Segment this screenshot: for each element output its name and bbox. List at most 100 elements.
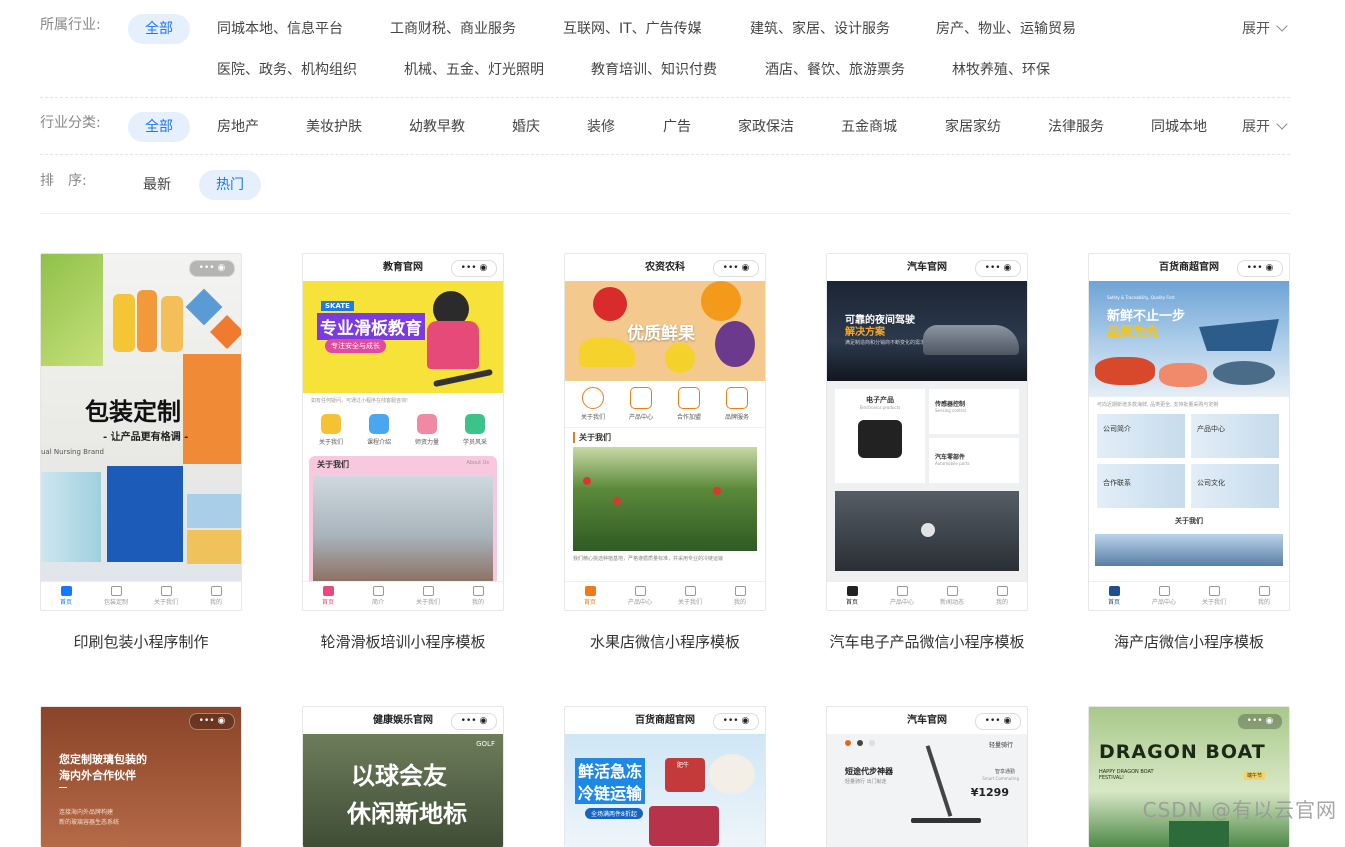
sort-option-latest[interactable]: 最新 (143, 170, 171, 200)
tab-about[interactable]: 关于我们 (141, 586, 191, 606)
template-preview[interactable]: DRAGON BOAT HAPPY DRAGON BOAT FESTIVAL! … (1088, 706, 1290, 847)
miniapp-capsule[interactable]: ••• ◉ (451, 260, 497, 277)
template-preview[interactable]: 百货商超官网 ••• ◉ 鲜活急冻 冷链运输 肥牛 全场满两件8折起 (564, 706, 766, 847)
menu-about[interactable]: 关于我们 (573, 387, 613, 421)
industry-option[interactable]: 机械、五金、灯光照明 (404, 55, 544, 85)
miniapp-capsule[interactable]: ••• ◉ (189, 713, 235, 730)
industry-expand-button[interactable]: 展开 (1242, 14, 1288, 44)
miniapp-capsule[interactable]: ••• ◉ (713, 260, 759, 277)
category-option-all[interactable]: 全部 (128, 112, 190, 142)
industry-option[interactable]: 工商财税、商业服务 (390, 14, 516, 44)
tab-mine[interactable]: 我的 (977, 586, 1027, 606)
menu-brand[interactable]: 品牌服务 (717, 387, 757, 421)
tab-about[interactable]: 关于我们 (665, 586, 715, 606)
industry-option[interactable]: 林牧养殖、环保 (952, 55, 1050, 85)
template-preview[interactable]: 汽车官网 ••• ◉ 可靠的夜间驾驶 解决方案 满足制造商和分销商不断变化的需求… (826, 253, 1028, 611)
menu-about[interactable]: 关于我们 (311, 414, 351, 446)
template-title[interactable]: 轮滑滑板培训小程序模板 (302, 631, 504, 652)
menu-franchise[interactable]: 合作加盟 (669, 387, 709, 421)
tab-mine[interactable]: 我的 (715, 586, 765, 606)
template-title[interactable]: 汽车电子产品微信小程序模板 (826, 631, 1028, 652)
tab-products[interactable]: 产品中心 (1139, 586, 1189, 606)
category-option[interactable]: 同城本地 (1151, 112, 1207, 142)
tab-home[interactable]: 首页 (41, 586, 91, 606)
miniapp-capsule[interactable]: ••• ◉ (189, 260, 235, 277)
template-preview[interactable]: 汽车官网 ••• ◉ 轻量骑行 短途代步神器 轻量骑行 出门就走 智享通勤 Sm… (826, 706, 1028, 847)
category-option[interactable]: 法律服务 (1048, 112, 1104, 142)
category-option[interactable]: 家政保洁 (738, 112, 794, 142)
template-card[interactable]: 百货商超官网 ••• ◉ 鲜活急冻 冷链运输 肥牛 全场满两件8折起 (564, 706, 766, 847)
template-preview[interactable]: 百货商超官网 ••• ◉ Safety & Traceability, Qual… (1088, 253, 1290, 611)
menu-products[interactable]: 产品中心 (621, 387, 661, 421)
industry-option[interactable]: 互联网、IT、广告传媒 (563, 14, 702, 44)
menu-teachers[interactable]: 师资力量 (407, 414, 447, 446)
industry-option-all[interactable]: 全部 (128, 14, 190, 44)
industry-option[interactable]: 医院、政务、机构组织 (217, 55, 357, 85)
product-cell[interactable]: 传感器控制 Sensing control (929, 389, 1019, 434)
category-option[interactable]: 房地产 (217, 112, 259, 142)
template-card[interactable]: 健康娱乐官网 ••• ◉ GOLF 以球会友 休闲新地标 (302, 706, 504, 847)
miniapp-capsule[interactable]: ••• ◉ (975, 260, 1021, 277)
tab-packaging[interactable]: 包装定制 (91, 586, 141, 606)
industry-option[interactable]: 同城本地、信息平台 (217, 14, 343, 44)
tab-intro[interactable]: 简介 (353, 586, 403, 606)
tab-home[interactable]: 首页 (827, 586, 877, 606)
tab-mine[interactable]: 我的 (191, 586, 241, 606)
template-card[interactable]: 汽车官网 ••• ◉ 轻量骑行 短途代步神器 轻量骑行 出门就走 智享通勤 Sm… (826, 706, 1028, 847)
tab-news[interactable]: 新闻动态 (927, 586, 977, 606)
template-card[interactable]: 汽车官网 ••• ◉ 可靠的夜间驾驶 解决方案 满足制造商和分销商不断变化的需求… (826, 253, 1028, 652)
template-card[interactable]: DRAGON BOAT HAPPY DRAGON BOAT FESTIVAL! … (1088, 706, 1290, 847)
miniapp-capsule[interactable]: ••• ◉ (975, 713, 1021, 730)
color-dot[interactable] (869, 740, 875, 746)
tab-mine[interactable]: 我的 (1239, 586, 1289, 606)
product-cell[interactable]: 汽车零部件 Automobile parts (929, 438, 1019, 483)
category-option[interactable]: 幼教早教 (409, 112, 465, 142)
color-dot[interactable] (857, 740, 863, 746)
category-option[interactable]: 婚庆 (512, 112, 540, 142)
tab-home[interactable]: 首页 (303, 586, 353, 606)
entry-cell[interactable]: 合作联系 (1097, 464, 1185, 508)
template-preview[interactable]: 健康娱乐官网 ••• ◉ GOLF 以球会友 休闲新地标 (302, 706, 504, 847)
product-cell[interactable]: 电子产品 Electronics products (835, 389, 925, 483)
menu-courses[interactable]: 课程介绍 (359, 414, 399, 446)
template-card[interactable]: 教育官网 ••• ◉ SKATE 专业滑板教育 专注安全与成长 如有任何疑问，可… (302, 253, 504, 652)
entry-cell[interactable]: 公司文化 (1191, 464, 1279, 508)
entry-cell[interactable]: 产品中心 (1191, 414, 1279, 458)
play-icon[interactable] (921, 523, 935, 537)
template-card[interactable]: 您定制玻璃包装的 海内外合作伙伴 连接海内外品牌构建 新的玻璃容器生态系统 ••… (40, 706, 242, 847)
tab-home[interactable]: 首页 (565, 586, 615, 606)
template-preview[interactable]: 教育官网 ••• ◉ SKATE 专业滑板教育 专注安全与成长 如有任何疑问，可… (302, 253, 504, 611)
sort-option-popular[interactable]: 热门 (199, 170, 261, 200)
tab-about[interactable]: 关于我们 (403, 586, 453, 606)
category-option[interactable]: 美妆护肤 (306, 112, 362, 142)
category-option[interactable]: 五金商城 (841, 112, 897, 142)
template-preview[interactable]: 您定制玻璃包装的 海内外合作伙伴 连接海内外品牌构建 新的玻璃容器生态系统 ••… (40, 706, 242, 847)
tab-about[interactable]: 关于我们 (1189, 586, 1239, 606)
tab-mine[interactable]: 我的 (453, 586, 503, 606)
category-option[interactable]: 装修 (587, 112, 615, 142)
industry-option[interactable]: 酒店、餐饮、旅游票务 (765, 55, 905, 85)
template-title[interactable]: 印刷包装小程序制作 (40, 631, 242, 652)
category-expand-button[interactable]: 展开 (1242, 112, 1288, 142)
template-preview[interactable]: 农资农科 ••• ◉ 优质鲜果 关于我们 产品中心 合作加盟 品牌服务 关于我们 (564, 253, 766, 611)
template-card[interactable]: 包装定制 - 让产品更有格调 - ual Nursing Brand ••• ◉… (40, 253, 242, 652)
miniapp-capsule[interactable]: ••• ◉ (451, 713, 497, 730)
tab-products[interactable]: 产品中心 (615, 586, 665, 606)
category-option[interactable]: 家居家纺 (945, 112, 1001, 142)
miniapp-capsule[interactable]: ••• ◉ (1237, 260, 1283, 277)
miniapp-capsule[interactable]: ••• ◉ (713, 713, 759, 730)
category-option[interactable]: 广告 (663, 112, 691, 142)
template-title[interactable]: 海产店微信小程序模板 (1088, 631, 1290, 652)
industry-option[interactable]: 房产、物业、运输贸易 (936, 14, 1076, 44)
tab-home[interactable]: 首页 (1089, 586, 1139, 606)
tab-products[interactable]: 产品中心 (877, 586, 927, 606)
color-dot[interactable] (845, 740, 851, 746)
industry-option[interactable]: 建筑、家居、设计服务 (750, 14, 890, 44)
template-preview[interactable]: 包装定制 - 让产品更有格调 - ual Nursing Brand ••• ◉… (40, 253, 242, 611)
industry-option[interactable]: 教育培训、知识付费 (591, 55, 717, 85)
template-card[interactable]: 百货商超官网 ••• ◉ Safety & Traceability, Qual… (1088, 253, 1290, 652)
template-title[interactable]: 水果店微信小程序模板 (564, 631, 766, 652)
miniapp-capsule[interactable]: ••• ◉ (1237, 713, 1283, 730)
menu-students[interactable]: 学员风采 (455, 414, 495, 446)
template-card[interactable]: 农资农科 ••• ◉ 优质鲜果 关于我们 产品中心 合作加盟 品牌服务 关于我们 (564, 253, 766, 652)
